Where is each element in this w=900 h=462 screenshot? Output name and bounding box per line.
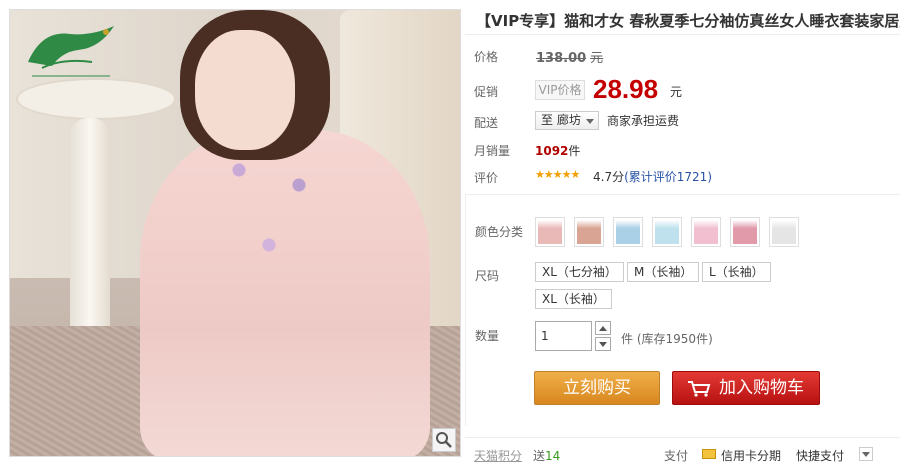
cumulative-reviews-link[interactable]: (累计评价1721) [624,170,712,184]
product-title: 【VIP专享】猫和才女 春秋夏季七分袖仿真丝女人睡衣套装家居服 [476,12,900,30]
size-option[interactable]: M（长袖） [627,262,700,282]
location-value: 廊坊 [556,113,581,127]
rating-stars-icon: ★★★★★ [535,168,580,181]
quantity-input[interactable] [535,321,592,351]
sales-unit: 件 [568,144,581,158]
swatch-thumbnail [733,220,757,244]
original-price: 138.00 元 [536,47,603,66]
magnifier-icon [436,432,452,448]
stock-count: (库存1950件) [636,332,713,346]
chevron-down-icon [599,342,607,347]
promo-label: 促销 [474,85,499,99]
delivery-location-select[interactable]: 至 廊坊 [535,111,599,130]
chevron-down-icon [586,119,594,124]
credit-card-icon [702,449,716,459]
location-prefix: 至 [541,113,554,127]
quick-pay-option[interactable]: 快捷支付 [796,447,844,462]
size-option[interactable]: XL（长袖） [535,289,612,309]
size-label: 尺码 [475,269,500,283]
stock-info: 件 (库存1950件) [621,330,713,347]
color-label: 颜色分类 [475,225,524,239]
chevron-up-icon [599,326,607,331]
promo-currency: 元 [670,85,683,99]
chevron-down-icon [862,452,870,457]
add-to-cart-button[interactable]: 加入购物车 [672,371,820,405]
color-swatch-pink-top-shorts[interactable] [574,217,604,247]
quantity-increase-button[interactable] [595,321,611,335]
add-to-cart-label: 加入购物车 [719,378,804,398]
shipping-note: 商家承担运费 [607,114,680,128]
size-option[interactable]: L（长袖） [702,262,771,282]
payment-label: 支付 [664,449,689,462]
price-label: 价格 [474,50,499,64]
color-swatch-pink-sleepwear[interactable] [535,217,565,247]
credit-installment-option[interactable]: 信用卡分期 [721,447,781,462]
monthly-sales: 1092件 [535,142,580,159]
vip-price-tag: VIP价格 [535,80,585,100]
points-reward: 送14 [533,447,560,462]
rating-label: 评价 [474,171,499,185]
original-price-value: 138.00 [536,51,587,66]
photo-model-face [195,30,295,150]
brand-logo-icon [28,26,114,77]
rating-summary: 4.7分(累计评价1721) [593,168,712,185]
tmall-points-link[interactable]: 天猫积分 [474,447,522,462]
swatch-thumbnail [694,220,718,244]
color-swatch-blue-set[interactable] [613,217,643,247]
points-value: 14 [545,449,561,462]
swatch-thumbnail [655,220,679,244]
shopping-cart-icon [688,381,711,397]
zoom-button[interactable] [432,428,456,452]
swatch-thumbnail [616,220,640,244]
quantity-label: 数量 [475,329,500,343]
points-prefix: 送 [533,449,546,462]
delivery-label: 配送 [474,116,499,130]
product-main-image[interactable] [9,9,461,457]
swatch-thumbnail [577,220,601,244]
buy-now-button[interactable]: 立刻购买 [534,371,660,405]
swatch-thumbnail [772,220,796,244]
promo-price: 28.98 [593,74,659,104]
price-info-panel: 价格 138.00 元 促销 VIP价格 28.98 元 配送 至 廊坊 商家承担… [465,34,900,192]
color-swatch-white-set[interactable] [769,217,799,247]
original-price-currency: 元 [590,51,604,66]
payment-more-select[interactable] [859,447,873,461]
sales-count: 1092 [535,144,569,158]
swatch-thumbnail [538,220,562,244]
rating-score: 4.7分 [593,170,625,184]
color-swatch-light-blue-set[interactable] [652,217,682,247]
color-swatch-pink-stripe-set[interactable] [691,217,721,247]
color-swatch-rose-set[interactable] [730,217,760,247]
sales-label: 月销量 [474,144,511,158]
quantity-decrease-button[interactable] [595,337,611,351]
photo-lace-detail [215,140,335,290]
service-footer: 天猫积分 送14 支付 信用卡分期 快捷支付 [465,437,900,462]
size-option[interactable]: XL（七分袖） [535,262,624,282]
purchase-options-panel: 颜色分类 尺码 XL（七分袖） M（长袖） L（长袖） XL（长袖） 数量 件 … [465,194,900,426]
quantity-unit: 件 [621,332,634,346]
